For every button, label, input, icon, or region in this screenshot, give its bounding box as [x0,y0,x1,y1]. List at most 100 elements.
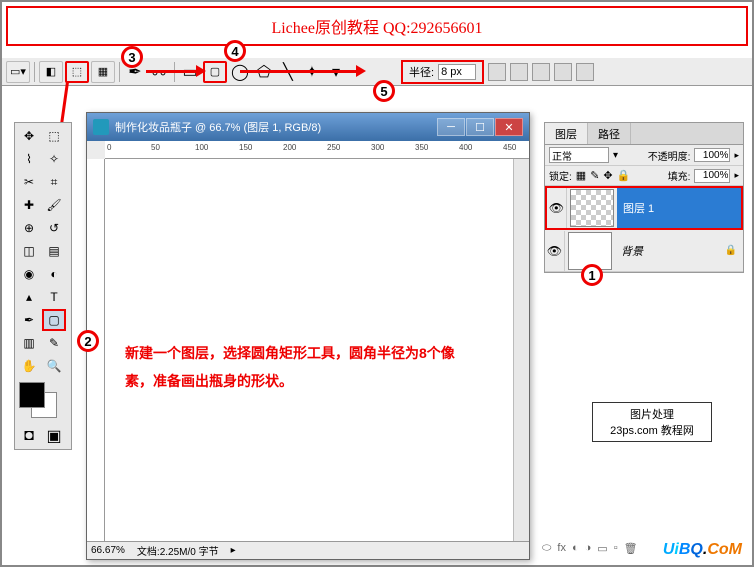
layer-item[interactable]: 👁 图层 1 [545,186,743,230]
lock-fill-row: 锁定: ▦ ✎ ✥ 🔒 填充: ▸ [545,166,743,186]
quick-mask-toggle[interactable]: ◘ [17,425,41,447]
type-tool[interactable]: T [42,286,66,308]
lock-position-icon[interactable]: ✥ [603,169,612,182]
marquee-tool[interactable]: ⬚ [42,125,66,147]
lock-all-icon[interactable]: 🔒 [617,169,631,182]
opacity-label: 不透明度: [648,148,691,163]
brush-tool[interactable]: 🖌 [42,194,66,216]
path-op-intersect[interactable] [554,63,572,81]
group-icon[interactable]: ▭ [597,542,607,555]
layer-list: 👁 图层 1 👁 背景 🔒 [545,186,743,272]
visibility-toggle-icon[interactable]: 👁 [547,188,567,228]
tutorial-arrow [146,70,198,73]
separator [34,62,35,82]
opacity-slider-icon[interactable]: ▸ [734,150,739,161]
adjustment-icon[interactable]: ◑ [585,542,592,554]
step-marker-3: 3 [121,46,143,68]
path-op-new[interactable] [488,63,506,81]
layer-thumbnail[interactable] [570,189,614,227]
gradient-tool[interactable]: ▤ [42,240,66,262]
layer-name[interactable]: 背景 🔒 [615,231,743,271]
status-menu-icon[interactable]: ▸ [231,545,236,556]
maximize-button[interactable]: ☐ [466,118,494,136]
rounded-rectangle-shape-icon[interactable]: ▢ [203,61,227,83]
path-op-add[interactable] [510,63,528,81]
blend-mode-select[interactable] [549,147,609,163]
tool-preset-picker[interactable]: ▭▾ [6,61,30,83]
path-op-exclude[interactable] [576,63,594,81]
notes-tool[interactable]: ▥ [17,332,41,354]
color-swatches[interactable] [17,382,67,422]
shape-tool[interactable]: ▢ [42,309,66,331]
stamp-tool[interactable]: ⊕ [17,217,41,239]
lock-transparency-icon[interactable]: ▦ [576,169,586,182]
fill-pixels-mode[interactable]: ▦ [91,61,115,83]
fill-slider-icon[interactable]: ▸ [734,170,739,181]
step-marker-1: 1 [581,264,603,286]
healing-tool[interactable]: ✚ [17,194,41,216]
doc-info[interactable]: 文档:2.25M/0 字节 [137,543,219,558]
instruction-line: 素，准备画出瓶身的形状。 [125,367,493,395]
banner-text: Lichee原创教程 QQ:292656601 [271,14,482,38]
screen-mode-toggle[interactable]: ▣ [42,425,66,447]
layer-name[interactable]: 图层 1 [617,188,741,228]
watermark: 图片处理 23ps.com 教程网 [592,402,712,442]
eyedropper-tool[interactable]: ✎ [42,332,66,354]
path-select-tool[interactable]: ▴ [17,286,41,308]
close-button[interactable]: ✕ [495,118,523,136]
opacity-input[interactable] [694,148,730,162]
layer-name-text: 背景 [621,243,643,259]
mask-icon[interactable]: ◐ [572,542,579,554]
vertical-scrollbar[interactable] [513,159,529,541]
window-titlebar[interactable]: 制作化妆品瓶子 @ 66.7% (图层 1, RGB/8) ─ ☐ ✕ [87,113,529,141]
horizontal-ruler[interactable]: 0 50 100 150 200 250 300 350 400 450 [105,141,529,159]
move-tool[interactable]: ✥ [17,125,41,147]
lasso-tool[interactable]: ⌇ [17,148,41,170]
history-brush-tool[interactable]: ↺ [42,217,66,239]
slice-tool[interactable]: ⌗ [42,171,66,193]
separator [119,62,120,82]
lock-paint-icon[interactable]: ✎ [590,169,599,182]
wand-tool[interactable]: ✧ [42,148,66,170]
zoom-level[interactable]: 66.67% [91,545,125,556]
ruler-tick: 300 [371,143,384,152]
path-op-subtract[interactable] [532,63,550,81]
instruction-line: 新建一个图层，选择圆角矩形工具，圆角半径为8个像 [125,339,493,367]
ruler-tick: 150 [239,143,252,152]
dodge-tool[interactable]: ◐ [42,263,66,285]
tab-paths[interactable]: 路径 [588,123,631,144]
link-layers-icon[interactable]: ⬭ [542,542,551,555]
zoom-tool[interactable]: 🔍 [42,355,66,377]
step-marker-4: 4 [224,40,246,62]
visibility-toggle-icon[interactable]: 👁 [545,231,565,271]
window-title: 制作化妆品瓶子 @ 66.7% (图层 1, RGB/8) [115,119,437,135]
fill-input[interactable] [694,169,730,183]
lock-icon: 🔒 [725,245,737,256]
layers-panel: 图层 路径 ▾ 不透明度: ▸ 锁定: ▦ ✎ ✥ 🔒 填充: ▸ 👁 图层 1… [544,122,744,273]
app-icon [93,119,109,135]
ruler-tick: 450 [503,143,516,152]
paths-mode[interactable]: ⬚ [65,61,89,83]
ruler-tick: 350 [415,143,428,152]
layer-item[interactable]: 👁 背景 🔒 [545,230,743,272]
ruler-tick: 0 [107,143,111,152]
document-window: 制作化妆品瓶子 @ 66.7% (图层 1, RGB/8) ─ ☐ ✕ 0 50… [86,112,530,560]
radius-input[interactable] [438,64,476,80]
brand-watermark: UiBQ.CoM [663,541,742,559]
foreground-color[interactable] [19,382,45,408]
crop-tool[interactable]: ✂ [17,171,41,193]
hand-tool[interactable]: ✋ [17,355,41,377]
fx-icon[interactable]: fx [557,542,566,554]
minimize-button[interactable]: ─ [437,118,465,136]
pen-tool[interactable]: ✒ [17,309,41,331]
watermark-line: 23ps.com 教程网 [610,422,694,438]
new-layer-icon[interactable]: ▫ [614,542,618,554]
blur-tool[interactable]: ◉ [17,263,41,285]
dropdown-icon[interactable]: ▾ [613,150,618,161]
ruler-tick: 50 [151,143,160,152]
canvas[interactable]: 新建一个图层，选择圆角矩形工具，圆角半径为8个像 素，准备画出瓶身的形状。 [105,159,513,541]
eraser-tool[interactable]: ◫ [17,240,41,262]
trash-icon[interactable]: 🗑 [624,542,638,555]
tab-layers[interactable]: 图层 [545,123,588,144]
shape-layers-mode[interactable]: ◧ [39,61,63,83]
